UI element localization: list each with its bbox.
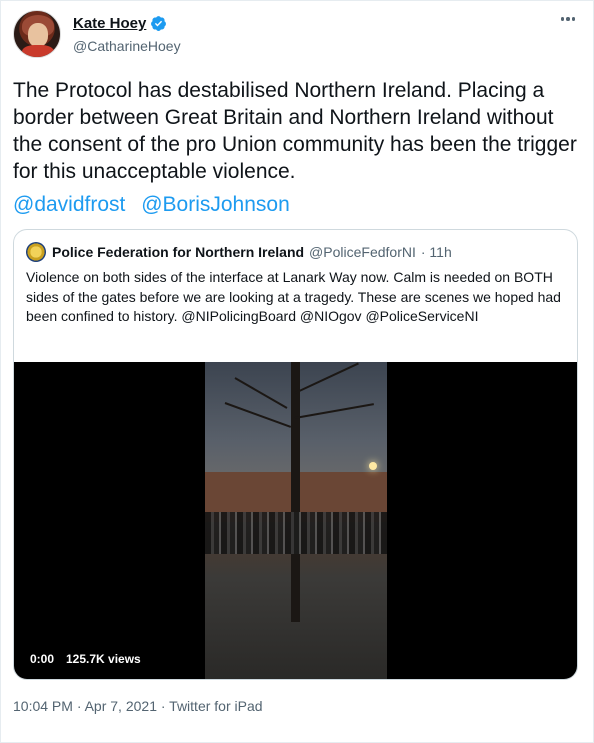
tweet-footer: 10:04 PM · Apr 7, 2021 · Twitter for iPa… [13, 698, 263, 714]
quoted-author-name[interactable]: Police Federation for Northern Ireland [52, 244, 304, 260]
author-handle[interactable]: @CatharineHoey [73, 38, 181, 54]
mention-link[interactable]: @BorisJohnson [141, 193, 290, 216]
more-options-icon[interactable] [560, 17, 575, 21]
tweet-timestamp[interactable]: 10:04 PM · Apr 7, 2021 · [13, 698, 169, 714]
author-display-name[interactable]: Kate Hoey [73, 15, 146, 32]
tweet-source[interactable]: Twitter for iPad [169, 698, 262, 714]
video-thumbnail [205, 362, 387, 679]
video-time: 0:00 [30, 652, 55, 666]
tweet-card: Kate Hoey @CatharineHoey The Protocol ha… [0, 0, 594, 743]
author-avatar[interactable] [13, 10, 61, 58]
quoted-tweet-age: · 11h [420, 244, 452, 260]
tweet-text: The Protocol has destabilised Northern I… [13, 79, 577, 183]
quoted-author-handle[interactable]: @PoliceFedforNI [309, 244, 416, 260]
quoted-tweet-text: Violence on both sides of the interface … [26, 269, 561, 324]
video-player[interactable]: 0:00 125.7K views [14, 362, 577, 679]
quoted-tweet-header: Police Federation for Northern Ireland @… [26, 242, 452, 262]
author-name-row: Kate Hoey [73, 15, 167, 32]
quoted-tweet[interactable]: Police Federation for Northern Ireland @… [13, 229, 578, 680]
quoted-author-avatar[interactable] [26, 242, 46, 262]
verified-badge-icon [151, 16, 167, 31]
mention-link[interactable]: @davidfrost [13, 193, 125, 216]
video-view-count: 125.7K views [66, 652, 141, 666]
tweet-mentions: @davidfrost @BorisJohnson [13, 191, 300, 218]
